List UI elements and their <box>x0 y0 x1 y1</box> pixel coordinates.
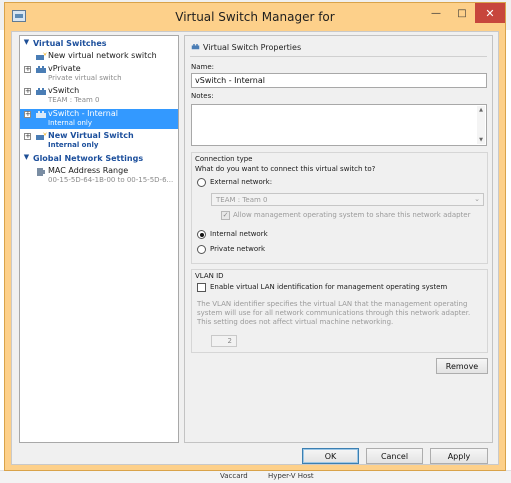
virtual-switch-manager-window: Virtual Switch Manager for — □ ✕ ▼ Virtu… <box>4 2 506 471</box>
tree-item-vswitch-internal[interactable]: + vSwitch - Internal Internal only <box>20 109 178 129</box>
close-icon: ✕ <box>485 6 495 20</box>
enable-vlan-label: Enable virtual LAN identification for ma… <box>210 283 448 291</box>
external-adapter-value: TEAM : Team 0 <box>216 196 268 204</box>
maximize-icon: □ <box>457 7 467 19</box>
properties-title: Virtual Switch Properties <box>203 43 302 52</box>
network-adapter-icon <box>37 168 45 176</box>
new-switch-icon <box>36 132 47 140</box>
tree-item-label: New virtual network switch <box>48 51 157 60</box>
external-network-label: External network: <box>210 178 273 186</box>
background-text-left: Vaccard <box>220 472 248 480</box>
external-adapter-dropdown[interactable]: TEAM : Team 0 ⌄ <box>211 193 484 206</box>
cancel-button[interactable]: Cancel <box>366 448 423 464</box>
connection-question: What do you want to connect this virtual… <box>195 165 376 173</box>
background-app-bottom: Vaccard Hyper-V Host <box>0 470 511 483</box>
tree-header-global-network[interactable]: ▼ Global Network Settings <box>20 154 178 166</box>
ok-button[interactable]: OK <box>302 448 359 464</box>
vlan-id-title: VLAN ID <box>195 272 224 280</box>
minimize-icon: — <box>431 7 441 19</box>
chevron-down-icon: ⌄ <box>474 195 480 203</box>
tree-item-sublabel: 00-15-5D-64-1B-00 to 00-15-5D-6... <box>48 176 174 184</box>
scroll-down-icon[interactable]: ▼ <box>477 137 485 143</box>
minimize-button[interactable]: — <box>423 3 449 23</box>
name-label: Name: <box>191 63 215 71</box>
tree-item-sublabel: TEAM : Team 0 <box>48 96 100 104</box>
tree-item-label: vSwitch <box>48 86 80 95</box>
notes-scrollbar[interactable]: ▲ ▼ <box>477 106 485 144</box>
maximize-button[interactable]: □ <box>449 3 475 23</box>
name-field[interactable]: vSwitch - Internal <box>191 73 487 88</box>
notes-label: Notes: <box>191 92 214 100</box>
tree-item-new-switch[interactable]: New virtual network switch <box>20 51 178 63</box>
enable-vlan-checkbox[interactable] <box>197 283 206 292</box>
properties-pane: Virtual Switch Properties Name: vSwitch … <box>184 35 493 443</box>
notes-field[interactable]: ▲ ▼ <box>191 104 487 146</box>
internal-network-label: Internal network <box>210 230 268 238</box>
close-button[interactable]: ✕ <box>475 3 505 23</box>
tree-header-virtual-switches[interactable]: ▼ Virtual Switches <box>20 39 178 51</box>
private-network-label: Private network <box>210 245 266 253</box>
background-text-right: Hyper-V Host <box>268 472 314 480</box>
virtual-switch-icon <box>36 88 46 95</box>
title-bar[interactable]: Virtual Switch Manager for — □ ✕ <box>5 3 505 31</box>
tree-item-sublabel: Internal only <box>48 119 93 127</box>
vlan-id-group: VLAN ID Enable virtual LAN identificatio… <box>191 269 488 353</box>
properties-header: Virtual Switch Properties <box>191 43 301 52</box>
collapse-icon[interactable]: ▼ <box>23 154 30 162</box>
connection-type-group: Connection type What do you want to conn… <box>191 152 488 264</box>
remove-button[interactable]: Remove <box>436 358 488 374</box>
tree-item-label: vPrivate <box>48 64 81 73</box>
tree-item-label: New Virtual Switch <box>48 131 134 140</box>
tree-item-label: vSwitch - Internal <box>48 109 118 118</box>
collapse-icon[interactable]: ▼ <box>23 39 30 47</box>
expand-icon[interactable]: + <box>24 133 31 140</box>
vlan-help-text: The VLAN identifier specifies the virtua… <box>197 300 471 326</box>
dialog-client-area: ▼ Virtual Switches New virtual network s… <box>11 31 499 465</box>
internal-network-radio[interactable] <box>197 230 206 239</box>
tree-item-label: MAC Address Range <box>48 166 129 175</box>
connection-type-title: Connection type <box>195 155 253 163</box>
tree-item-sublabel: Private virtual switch <box>48 74 122 82</box>
tree-item-new-virtual-switch[interactable]: + New Virtual Switch Internal only <box>20 131 178 151</box>
tree-item-vswitch[interactable]: + vSwitch TEAM : Team 0 <box>20 86 178 106</box>
allow-management-label: Allow management operating system to sha… <box>233 211 471 219</box>
virtual-switch-icon <box>36 111 46 118</box>
apply-button[interactable]: Apply <box>430 448 488 464</box>
tree-header-label: Virtual Switches <box>33 39 107 48</box>
allow-management-checkbox[interactable]: ✓ <box>221 211 230 220</box>
header-divider <box>190 56 487 57</box>
vlan-id-field[interactable]: 2 <box>211 335 237 347</box>
tree-item-mac-range[interactable]: MAC Address Range 00-15-5D-64-1B-00 to 0… <box>20 166 178 186</box>
new-switch-icon <box>36 52 47 60</box>
tree-header-label: Global Network Settings <box>33 154 144 163</box>
tree-item-sublabel: Internal only <box>48 141 99 149</box>
private-network-radio[interactable] <box>197 245 206 254</box>
virtual-switch-icon <box>36 66 46 73</box>
expand-icon[interactable]: + <box>24 66 31 73</box>
external-network-radio[interactable] <box>197 178 206 187</box>
virtual-switch-icon <box>191 44 200 50</box>
scroll-up-icon[interactable]: ▲ <box>477 107 485 113</box>
tree-item-vprivate[interactable]: + vPrivate Private virtual switch <box>20 64 178 84</box>
switch-tree[interactable]: ▼ Virtual Switches New virtual network s… <box>19 35 179 443</box>
expand-icon[interactable]: + <box>24 111 31 118</box>
expand-icon[interactable]: + <box>24 88 31 95</box>
